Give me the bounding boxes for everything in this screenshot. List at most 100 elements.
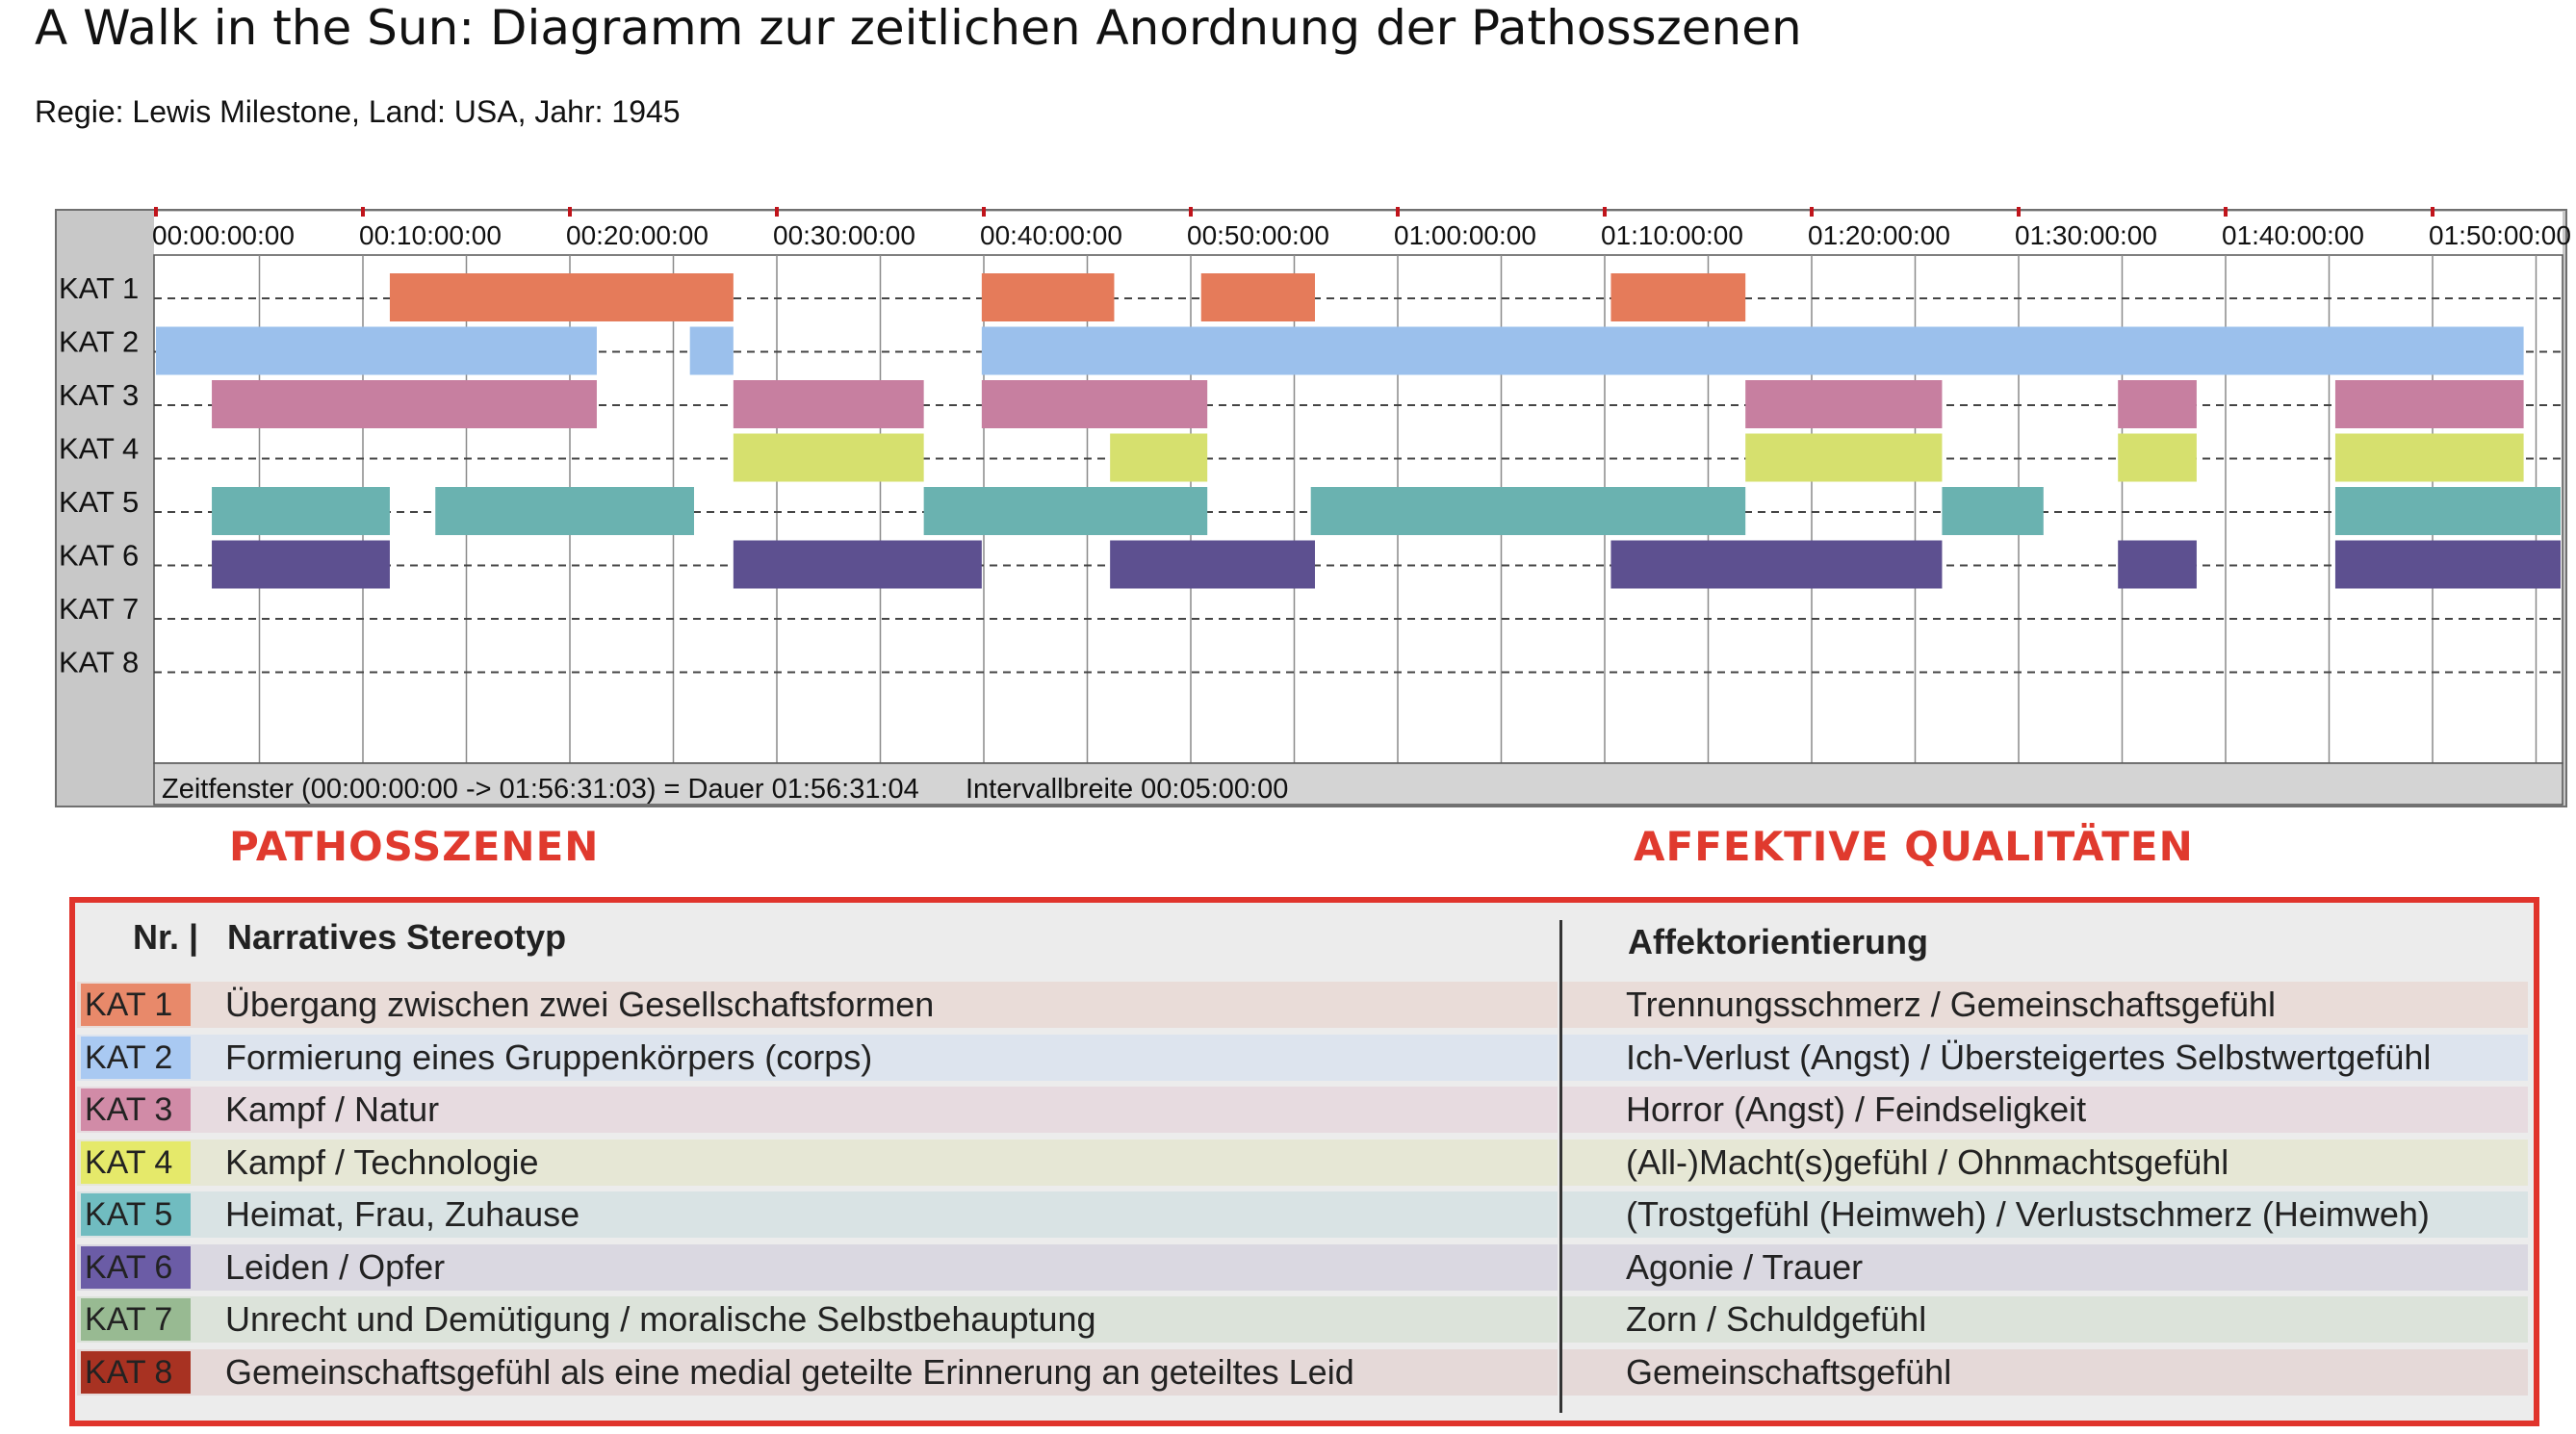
x-tick-marker [2017, 207, 2021, 217]
x-tick-label: 01:20:00:00 [1808, 220, 1950, 250]
x-tick-marker [361, 207, 365, 217]
affekt-text: Trennungsschmerz / Gemeinschaftsgefühl [1626, 985, 2276, 1024]
kat-color-chip: KAT 3 [81, 1088, 191, 1131]
category-label: KAT 1 [59, 271, 139, 305]
x-tick-marker [775, 207, 779, 217]
x-tick-label: 00:40:00:00 [980, 220, 1122, 250]
segment-bar [156, 326, 597, 375]
affekt-text: Agonie / Trauer [1626, 1246, 1864, 1287]
x-tick-label: 00:00:00:00 [152, 220, 295, 250]
x-tick-marker [982, 207, 986, 217]
x-tick-label: 01:10:00:00 [1601, 220, 1743, 250]
legend-header: Nr. | Narratives Stereotyp Affektorienti… [75, 903, 2534, 980]
affekt-text: Zorn / Schuldgefühl [1626, 1299, 1927, 1339]
header-affekt: Affektorientierung [1628, 922, 1929, 961]
section-heading-pathosszenen: PATHOSSZENEN [229, 823, 600, 870]
kat-color-chip: KAT 5 [81, 1193, 191, 1236]
section-heading-affektive-qualitaeten: AFFEKTIVE QUALITÄTEN [1634, 823, 2194, 870]
legend-row: KAT 6 Leiden / Opfer Agonie / Trauer [75, 1243, 2534, 1291]
stereotyp-text: Heimat, Frau, Zuhause [225, 1194, 580, 1234]
segment-bar [212, 487, 390, 535]
segment-bar [1110, 433, 1208, 482]
kat-color-chip: KAT 1 [81, 984, 191, 1026]
segment-bar [1942, 487, 2044, 535]
legend-row: KAT 4 Kampf / Technologie (All-)Macht(s)ge… [75, 1139, 2534, 1186]
stereotyp-text: Kampf / Technologie [225, 1141, 539, 1182]
legend-row: KAT 1 Übergang zwischen zwei Gesellschaft… [75, 982, 2534, 1028]
segment-bar [2118, 540, 2197, 589]
segment-bar [2334, 380, 2524, 428]
affekt-text: Horror (Angst) / Feindseligkeit [1626, 1089, 2087, 1129]
segment-bar [981, 273, 1115, 321]
legend-row: KAT 5 Heimat, Frau, Zuhause (Trostgefühl (… [75, 1191, 2534, 1238]
stereotyp-text: Gemeinschaftsgefühl als eine medial gete… [225, 1351, 1354, 1392]
segment-bar [733, 380, 924, 428]
stereotyp-text: Leiden / Opfer [225, 1246, 446, 1287]
affekt-text: (All-)Macht(s)gefühl / Ohnmachtsgefühl [1626, 1141, 2229, 1182]
segment-bar [733, 433, 924, 482]
stereotyp-text: Formierung eines Gruppenkörpers (corps) [225, 1037, 873, 1077]
legend-row: KAT 7 Unrecht und Demütigung / moralische… [75, 1296, 2534, 1343]
x-tick-marker [568, 207, 572, 217]
segment-bar [2334, 540, 2561, 589]
x-tick-marker [1603, 207, 1607, 217]
x-tick-label: 01:30:00:00 [2015, 220, 2157, 250]
segment-bar [212, 380, 597, 428]
x-tick-marker [1189, 207, 1193, 217]
x-tick-label: 01:00:00:00 [1394, 220, 1536, 250]
stereotyp-text: Unrecht und Demütigung / moralische Selb… [225, 1299, 1096, 1339]
kat-color-chip: KAT 2 [81, 1036, 191, 1079]
segment-bar [2118, 380, 2197, 428]
x-tick-label: 00:30:00:00 [773, 220, 915, 250]
segment-bar [2334, 487, 2561, 535]
segment-bar [1310, 487, 1746, 535]
x-tick-label: 01:50:00:00 [2429, 220, 2571, 250]
kat-color-chip: KAT 4 [81, 1140, 191, 1184]
category-label: KAT 2 [59, 325, 139, 359]
kat-color-chip: KAT 8 [81, 1350, 191, 1394]
segment-bar [733, 540, 982, 589]
affekt-text: Ich-Verlust (Angst) / Übersteigertes Sel… [1626, 1037, 2432, 1077]
x-tick-label: 00:10:00:00 [359, 220, 502, 250]
category-label: KAT 5 [59, 485, 139, 519]
legend-row: KAT 2 Formierung eines Gruppenkörpers (co… [75, 1034, 2534, 1081]
kat-color-chip: KAT 7 [81, 1298, 191, 1341]
category-label: KAT 8 [59, 646, 139, 679]
time-window-label: Zeitfenster (00:00:00:00 -> 01:56:31:03)… [162, 774, 919, 805]
segment-bar [435, 487, 694, 535]
segment-bar [212, 540, 390, 589]
category-label: KAT 4 [59, 432, 139, 466]
kat-color-chip: KAT 6 [81, 1245, 191, 1289]
x-tick-label: 01:40:00:00 [2222, 220, 2364, 250]
segment-bar [689, 326, 734, 375]
time-axis-band [154, 212, 2563, 255]
affekt-text: Gemeinschaftsgefühl [1626, 1351, 1952, 1392]
x-tick-label: 00:50:00:00 [1187, 220, 1329, 250]
stereotyp-text: Kampf / Natur [225, 1089, 440, 1129]
x-tick-marker [154, 207, 158, 217]
interval-label: Intervallbreite 00:05:00:00 [966, 774, 1288, 805]
x-tick-marker [1810, 207, 1814, 217]
legend-row: KAT 8 Gemeinschaftsgefühl als eine medial… [75, 1348, 2534, 1396]
x-tick-marker [1396, 207, 1400, 217]
segment-bar [2118, 433, 2197, 482]
category-label: KAT 6 [59, 539, 139, 573]
segment-bar [389, 273, 734, 321]
segment-bar [1200, 273, 1315, 321]
segment-bar [1745, 433, 1943, 482]
header-nr: Nr. | [133, 917, 199, 957]
segment-bar [923, 487, 1208, 535]
legend-table: Nr. | Narratives Stereotyp Affektorienti… [69, 897, 2539, 1426]
affekt-text: (Trostgefühl (Heimweh) / Verlustschmerz … [1626, 1194, 2430, 1234]
segment-bar [1110, 540, 1315, 589]
category-label: KAT 3 [59, 378, 139, 412]
x-tick-marker [2224, 207, 2228, 217]
x-tick-marker [2431, 207, 2434, 217]
segment-bar [981, 326, 2524, 375]
legend-row: KAT 3 Kampf / Natur Horror (Angst) / Feind… [75, 1087, 2534, 1133]
segment-bar [1610, 273, 1746, 321]
segment-bar [1610, 540, 1943, 589]
segment-bar [981, 380, 1208, 428]
stereotyp-text: Übergang zwischen zwei Gesellschaftsform… [225, 985, 935, 1024]
timeline-chart: 00:00:00:00 00:10:00:00 00:20:00:00 00:30:0… [55, 207, 2571, 807]
